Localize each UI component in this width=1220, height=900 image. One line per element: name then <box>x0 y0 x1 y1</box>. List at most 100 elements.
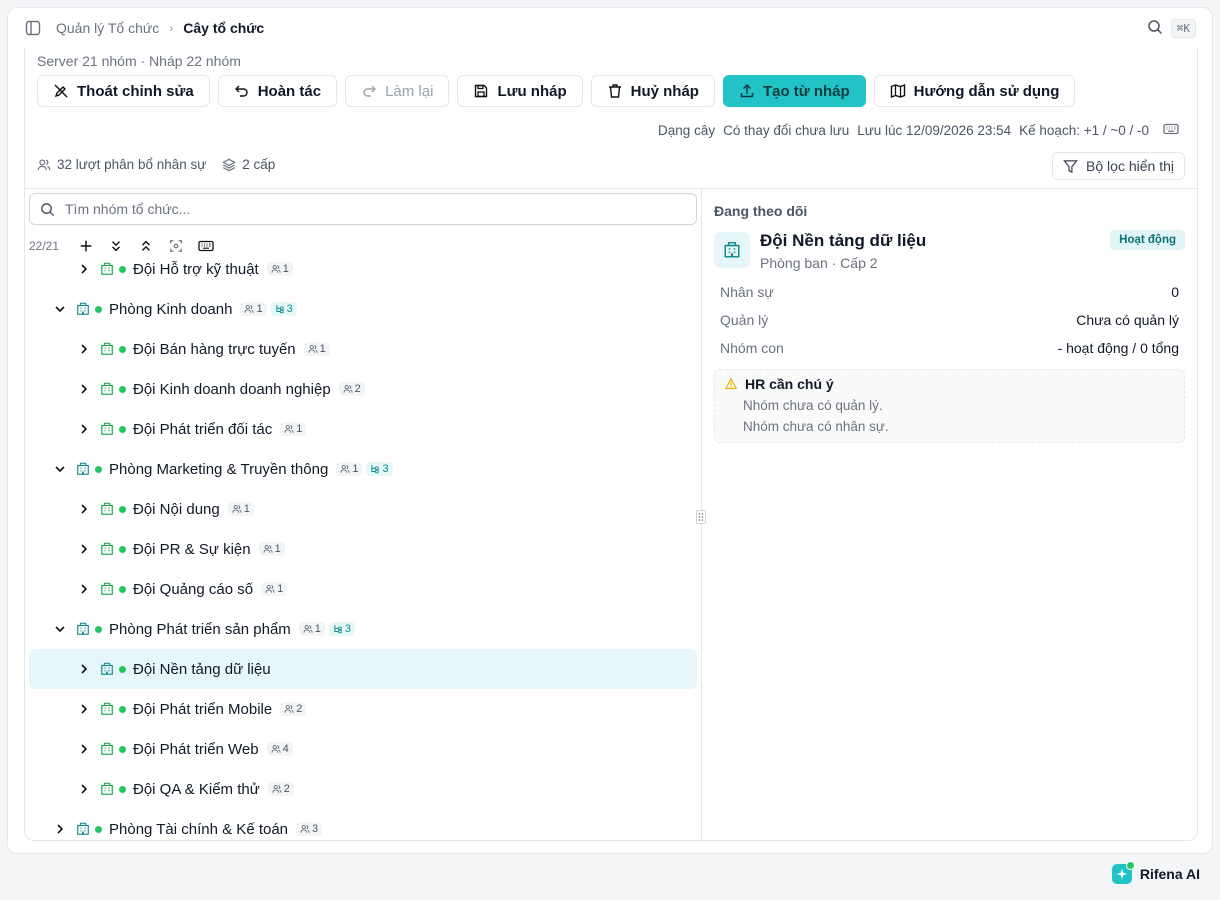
tree-row-label: Đội PR & Sự kiện <box>133 540 251 558</box>
assignments-text: 32 lượt phân bổ nhân sự <box>57 157 207 172</box>
focus-icon[interactable] <box>163 235 189 257</box>
breadcrumb-current: Cây tổ chức <box>183 20 265 36</box>
sidebar-toggle-icon[interactable] <box>24 19 42 37</box>
hr-alert-title: HR cần chú ý <box>745 376 834 392</box>
expand-all-icon[interactable] <box>103 235 129 257</box>
tree-row[interactable]: Đội Phát triển đối tác 1 <box>29 409 697 449</box>
user-guide-button[interactable]: Hướng dẫn sử dụng <box>873 75 1076 107</box>
tree-row-label: Đội Hỗ trợ kỹ thuật <box>133 260 259 278</box>
detail-row-headcount: Nhân sự 0 <box>720 284 1179 300</box>
chevron-down-icon[interactable] <box>53 462 67 476</box>
app-frame: Quản lý Tổ chức › Cây tổ chức ⌘K Server … <box>7 7 1213 854</box>
chevron-right-icon[interactable] <box>77 702 91 716</box>
keyboard-icon[interactable] <box>1163 121 1179 140</box>
tree-row[interactable]: Đội Kinh doanh doanh nghiệp 2 <box>29 369 697 409</box>
detail-row-key: Quản lý <box>720 312 769 328</box>
org-tree: Đội Hỗ trợ kỹ thuật 1 Phòng Kinh doanh 1 3 Độ… <box>29 249 697 840</box>
tree-row[interactable]: Đội Quảng cáo số 1 <box>29 569 697 609</box>
tree-row[interactable]: Đội Phát triển Web 4 <box>29 729 697 769</box>
member-count: 1 <box>274 543 281 555</box>
tree-row[interactable]: Đội Bán hàng trực tuyến 1 <box>29 329 697 369</box>
chevron-right-icon[interactable] <box>77 662 91 676</box>
chevron-right-icon[interactable] <box>77 582 91 596</box>
department-icon <box>75 821 91 837</box>
tree-row[interactable]: Đội Nền tảng dữ liệu <box>29 649 697 689</box>
tree-count: 22/21 <box>29 239 60 253</box>
chevron-right-icon[interactable] <box>53 822 67 836</box>
chevron-right-icon[interactable] <box>77 342 91 356</box>
save-draft-button[interactable]: Lưu nháp <box>457 75 583 107</box>
upload-icon <box>740 83 754 98</box>
subgroup-count-badge: 3 <box>328 622 356 636</box>
create-from-draft-button[interactable]: Tạo từ nháp <box>722 75 866 107</box>
chevron-right-icon[interactable] <box>77 742 91 756</box>
tree-row[interactable]: Đội QA & Kiểm thử 2 <box>29 769 697 809</box>
tree-row-label: Đội Bán hàng trực tuyến <box>133 340 296 358</box>
tree-search-input[interactable] <box>65 201 665 217</box>
team-icon <box>99 781 115 797</box>
redo-button[interactable]: Làm lại <box>345 75 450 107</box>
member-count-badge: 2 <box>280 702 307 716</box>
discard-draft-label: Huỷ nháp <box>630 82 699 100</box>
chevron-down-icon[interactable] <box>53 302 67 316</box>
member-count: 2 <box>296 703 303 715</box>
tree-pane: Đội Hỗ trợ kỹ thuật 1 Phòng Kinh doanh 1 3 Độ… <box>25 189 701 840</box>
member-count: 3 <box>312 823 319 835</box>
member-count-badge: 1 <box>280 422 307 436</box>
hr-alert-header: HR cần chú ý <box>725 376 1174 392</box>
user-guide-label: Hướng dẫn sử dụng <box>913 82 1060 100</box>
plan-text: Kế hoạch: +1 / ~0 / -0 <box>1019 123 1149 138</box>
tree-row[interactable]: Đội PR & Sự kiện 1 <box>29 529 697 569</box>
team-icon <box>99 501 115 517</box>
member-count: 2 <box>283 783 290 795</box>
exit-edit-label: Thoát chỉnh sửa <box>77 82 194 100</box>
chevron-right-icon[interactable] <box>77 542 91 556</box>
stats-row: 32 lượt phân bổ nhân sự 2 cấp <box>37 157 275 172</box>
status-line: Dạng cây Có thay đổi chưa lưu Lưu lúc 12… <box>658 121 1179 140</box>
member-count-badge: 1 <box>261 582 288 596</box>
chevron-right-icon[interactable] <box>77 382 91 396</box>
member-count: 1 <box>314 623 321 635</box>
saved-at-text: Lưu lúc 12/09/2026 23:54 <box>857 123 1012 138</box>
detail-row-key: Nhóm con <box>720 340 784 356</box>
pencil-off-icon <box>54 84 68 98</box>
discard-draft-button[interactable]: Huỷ nháp <box>590 75 715 107</box>
tree-row[interactable]: Đội Phát triển Mobile 2 <box>29 689 697 729</box>
tree-row[interactable]: Đội Nội dung 1 <box>29 489 697 529</box>
chevron-right-icon[interactable] <box>77 502 91 516</box>
tree-search[interactable] <box>29 193 697 225</box>
active-status-dot <box>119 745 126 753</box>
tree-toolbar: 22/21 <box>29 235 220 257</box>
tree-row[interactable]: Phòng Tài chính & Kế toán 3 <box>29 809 697 840</box>
detail-meta: Phòng ban · Cấp 2 <box>760 255 878 271</box>
search-icon[interactable] <box>1147 19 1163 38</box>
subgroup-count: 3 <box>344 623 352 635</box>
redo-label: Làm lại <box>385 82 434 100</box>
active-status-dot <box>95 465 102 473</box>
keyboard-icon[interactable] <box>193 235 219 257</box>
detail-row-key: Nhân sự <box>720 284 774 300</box>
tree-row-label: Phòng Tài chính & Kế toán <box>109 820 289 838</box>
undo-button[interactable]: Hoàn tác <box>217 75 338 107</box>
tree-row[interactable]: Phòng Marketing & Truyền thông 1 3 <box>29 449 697 489</box>
warning-icon <box>725 378 737 390</box>
collapse-all-icon[interactable] <box>133 235 159 257</box>
tree-row[interactable]: Phòng Phát triển sản phẩm 1 3 <box>29 609 697 649</box>
ai-assistant-button[interactable]: Rifena AI <box>1111 861 1200 884</box>
tree-row-label: Đội Nội dung <box>133 500 220 518</box>
active-status-dot <box>119 585 126 593</box>
breadcrumb-parent[interactable]: Quản lý Tổ chức <box>56 20 159 36</box>
chevron-right-icon[interactable] <box>77 262 91 276</box>
exit-edit-button[interactable]: Thoát chỉnh sửa <box>37 75 210 107</box>
tree-row[interactable]: Phòng Kinh doanh 1 3 <box>29 289 697 329</box>
add-icon[interactable] <box>73 235 99 257</box>
chevron-right-icon[interactable] <box>77 422 91 436</box>
chevron-down-icon[interactable] <box>53 622 67 636</box>
hr-alert-line: Nhóm chưa có quản lý. <box>743 398 883 413</box>
display-filter-button[interactable]: Bộ lọc hiển thị <box>1052 152 1185 180</box>
member-count: 1 <box>277 583 284 595</box>
member-count-badge: 4 <box>266 742 293 756</box>
chevron-right-icon[interactable] <box>77 782 91 796</box>
map-icon <box>890 83 905 99</box>
group-summary: Server 21 nhóm · Nháp 22 nhóm <box>37 53 241 69</box>
